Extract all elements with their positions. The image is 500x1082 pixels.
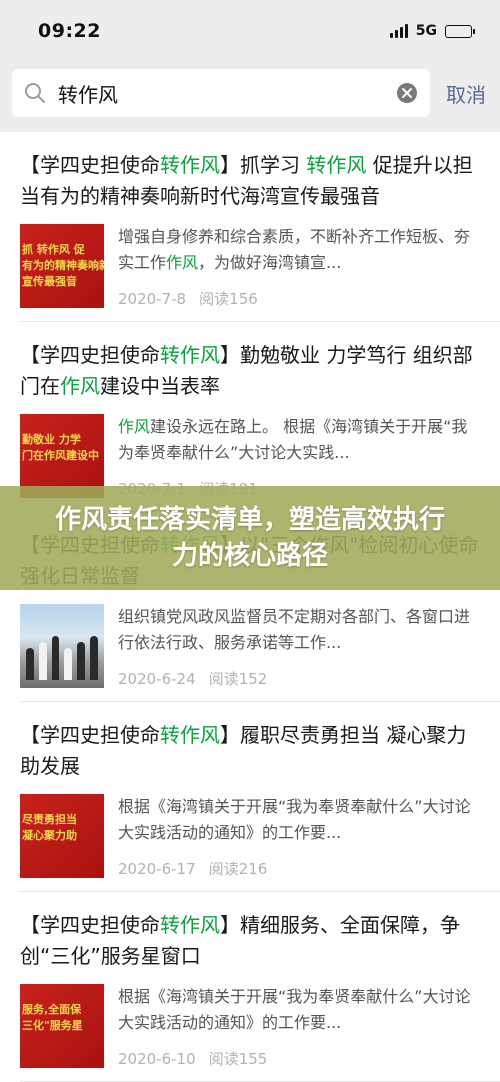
- thumbnail-text: 服务,全面保 三化"服务星: [22, 1002, 104, 1034]
- keyword-highlight: 作风: [60, 374, 100, 398]
- separator: |: [200, 670, 205, 688]
- keyword-highlight: 转作风: [160, 343, 220, 367]
- article-reads: 阅读216: [208, 860, 268, 878]
- status-time: 09:22: [38, 20, 101, 42]
- article-meta: 2020-6-10|阅读155: [118, 1048, 480, 1069]
- thumbnail-text: 勤敬业 力学门在作风建设中: [22, 432, 104, 464]
- article-title[interactable]: 【学四史担使命转作风】勤勉敬业 力学笃行 组织部门在作风建设中当表率: [20, 340, 480, 402]
- article-title[interactable]: 【学四史担使命转作风】精细服务、全面保障，争创“三化”服务星窗口: [20, 910, 480, 972]
- article-date: 2020-7-8: [118, 290, 187, 308]
- article-info: 根据《海湾镇关于开展“我为奉贤奉献什么”大讨论大实践活动的通知》的工作要... 2…: [104, 984, 480, 1069]
- separator: |: [190, 290, 195, 308]
- article-date: 2020-6-10: [118, 1050, 196, 1068]
- thumbnail-line: 抓 转作风 促: [22, 243, 85, 256]
- clear-icon[interactable]: [396, 82, 418, 104]
- thumbnail-line: 三化"服务星: [22, 1019, 83, 1032]
- search-bar: 转作风 取消: [0, 62, 500, 132]
- article-body: 服务,全面保 三化"服务星 根据《海湾镇关于开展“我为奉贤奉献什么”大讨论大实践活动…: [20, 984, 480, 1069]
- article-title[interactable]: 【学四史担使命转作风】抓学习 转作风 促提升以担当有为的精神奏响新时代海湾宣传最…: [20, 150, 480, 212]
- keyword-highlight: 转作风: [160, 153, 220, 177]
- thumbnail-line: 有为的精神奏响新: [22, 259, 104, 272]
- article-summary: 组织镇党风政风监督员不定期对各部门、各窗口进行依法行政、服务承诺等工作...: [118, 604, 480, 656]
- article-reads: 阅读155: [208, 1050, 268, 1068]
- thumbnail-line: 尽责勇担当: [22, 813, 77, 826]
- article-summary: 增强自身修养和综合素质，不断补齐工作短板、夯实工作作风，为做好海湾镇宣...: [118, 224, 480, 276]
- article-thumbnail[interactable]: 尽责勇担当凝心聚力助: [20, 794, 104, 878]
- headline-banner: 作风责任落实清单，塑造高效执行力的核心路径: [0, 486, 500, 590]
- thumbnail-line: 凝心聚力助: [22, 829, 77, 842]
- article-body: 组织镇党风政风监督员不定期对各部门、各窗口进行依法行政、服务承诺等工作... 20…: [20, 604, 480, 689]
- thumbnail-text: 尽责勇担当凝心聚力助: [22, 812, 104, 844]
- list-item[interactable]: 【学四史担使命转作风】履职尽责勇担当 凝心聚力助发展 尽责勇担当 凝心聚力助 根据《海…: [20, 702, 500, 892]
- search-results-list: 【学四史担使命转作风】抓学习 转作风 促提升以担当有为的精神奏响新时代海湾宣传最…: [0, 132, 500, 1082]
- list-item[interactable]: 【学四史担使命转作风】勤勉敬业 力学笃行 组织部门在作风建设中当表率勤敬业 力学…: [20, 322, 500, 512]
- article-info: 增强自身修养和综合素质，不断补齐工作短板、夯实工作作风，为做好海湾镇宣... 20…: [104, 224, 480, 309]
- cancel-button[interactable]: 取消: [446, 79, 486, 108]
- summary-text: 根据《海湾镇关于开展“我为奉贤奉献什么”大讨论大实践活动的通知》的工作要...: [118, 987, 471, 1032]
- search-query[interactable]: 转作风: [46, 79, 396, 108]
- summary-text: 根据《海湾镇关于开展“我为奉贤奉献什么”大讨论大实践活动的通知》的工作要...: [118, 797, 471, 842]
- separator: |: [200, 1050, 205, 1068]
- thumbnail-line: 勤敬业 力学: [22, 433, 81, 446]
- list-item[interactable]: 【学四史担使命转作风】精细服务、全面保障，争创“三化”服务星窗口服务,全面保 三化…: [20, 892, 500, 1082]
- summary-text: 建设永远在路上。 根据《海湾镇关于开展“我为奉贤奉献什么”大讨论大实践...: [118, 417, 468, 462]
- title-text: 【学四史担使命: [20, 913, 160, 937]
- title-text: 【学四史担使命: [20, 153, 160, 177]
- article-date: 2020-6-24: [118, 670, 196, 688]
- search-input[interactable]: 转作风: [12, 69, 430, 117]
- article-summary: 根据《海湾镇关于开展“我为奉贤奉献什么”大讨论大实践活动的通知》的工作要...: [118, 794, 480, 846]
- network-type: 5G: [415, 23, 437, 39]
- article-summary: 根据《海湾镇关于开展“我为奉贤奉献什么”大讨论大实践活动的通知》的工作要...: [118, 984, 480, 1036]
- signal-icon: [389, 24, 408, 38]
- article-reads: 阅读156: [199, 290, 258, 308]
- keyword-highlight: 转作风: [160, 913, 220, 937]
- keyword-highlight: 作风: [118, 417, 151, 436]
- article-date: 2020-6-17: [118, 860, 196, 878]
- title-text: 】抓学习: [220, 153, 307, 177]
- article-meta: 2020-6-24|阅读152: [118, 668, 480, 689]
- article-thumbnail[interactable]: 抓 转作风 促有为的精神奏响新 宣传最强音: [20, 224, 104, 308]
- photo-people: [26, 634, 98, 680]
- status-icons: 5G: [389, 23, 475, 39]
- keyword-highlight: 作风: [166, 253, 199, 272]
- title-text: 建设中当表率: [100, 374, 220, 398]
- thumbnail-line: 门在作风建设中: [22, 449, 99, 462]
- keyword-highlight: 转作风: [306, 153, 367, 177]
- summary-text: 组织镇党风政风监督员不定期对各部门、各窗口进行依法行政、服务承诺等工作...: [118, 607, 471, 652]
- summary-text: ，为做好海湾镇宣...: [198, 253, 342, 272]
- thumbnail-line: 服务,全面保: [22, 1003, 82, 1016]
- article-summary: 作风建设永远在路上。 根据《海湾镇关于开展“我为奉贤奉献什么”大讨论大实践...: [118, 414, 480, 466]
- article-thumbnail[interactable]: 服务,全面保 三化"服务星: [20, 984, 104, 1068]
- article-title[interactable]: 【学四史担使命转作风】履职尽责勇担当 凝心聚力助发展: [20, 720, 480, 782]
- article-body: 尽责勇担当 凝心聚力助 根据《海湾镇关于开展“我为奉贤奉献什么”大讨论大实践活动的通…: [20, 794, 480, 879]
- article-body: 抓 转作风 促有为的精神奏响新 宣传最强音 增强自身修养和综合素质，不断补齐工作短板…: [20, 224, 480, 309]
- title-text: 【学四史担使命: [20, 723, 160, 747]
- search-icon: [25, 83, 45, 103]
- article-reads: 阅读152: [208, 670, 268, 688]
- list-item[interactable]: 【学四史担使命转作风】抓学习 转作风 促提升以担当有为的精神奏响新时代海湾宣传最…: [20, 132, 500, 322]
- thumbnail-line: 宣传最强音: [22, 275, 77, 288]
- status-bar: 09:22 5G: [0, 0, 500, 62]
- article-meta: 2020-6-17|阅读216: [118, 858, 480, 879]
- article-thumbnail[interactable]: [20, 604, 104, 688]
- article-info: 组织镇党风政风监督员不定期对各部门、各窗口进行依法行政、服务承诺等工作... 20…: [104, 604, 480, 689]
- battery-icon: [445, 24, 475, 38]
- keyword-highlight: 转作风: [160, 723, 220, 747]
- headline-text: 作风责任落实清单，塑造高效执行力的核心路径: [54, 505, 445, 571]
- title-text: 【学四史担使命: [20, 343, 160, 367]
- article-info: 根据《海湾镇关于开展“我为奉贤奉献什么”大讨论大实践活动的通知》的工作要... 2…: [104, 794, 480, 879]
- thumbnail-text: 抓 转作风 促有为的精神奏响新 宣传最强音: [22, 242, 104, 290]
- article-meta: 2020-7-8|阅读156: [118, 288, 480, 309]
- separator: |: [200, 860, 205, 878]
